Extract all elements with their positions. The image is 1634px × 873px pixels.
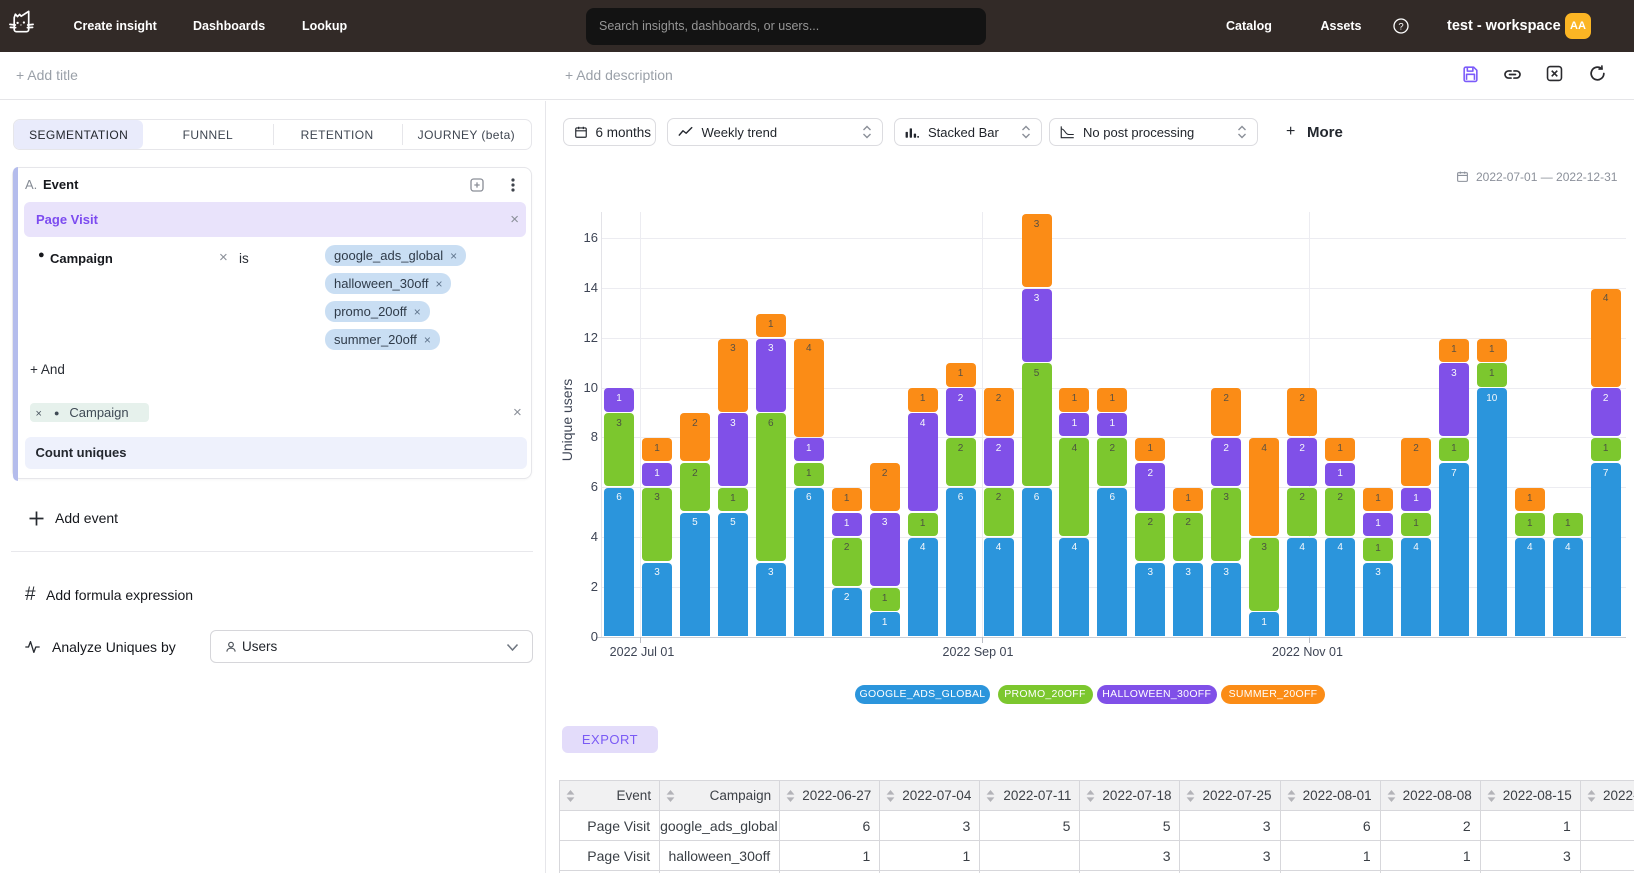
svg-text:?: ? — [1398, 22, 1403, 33]
